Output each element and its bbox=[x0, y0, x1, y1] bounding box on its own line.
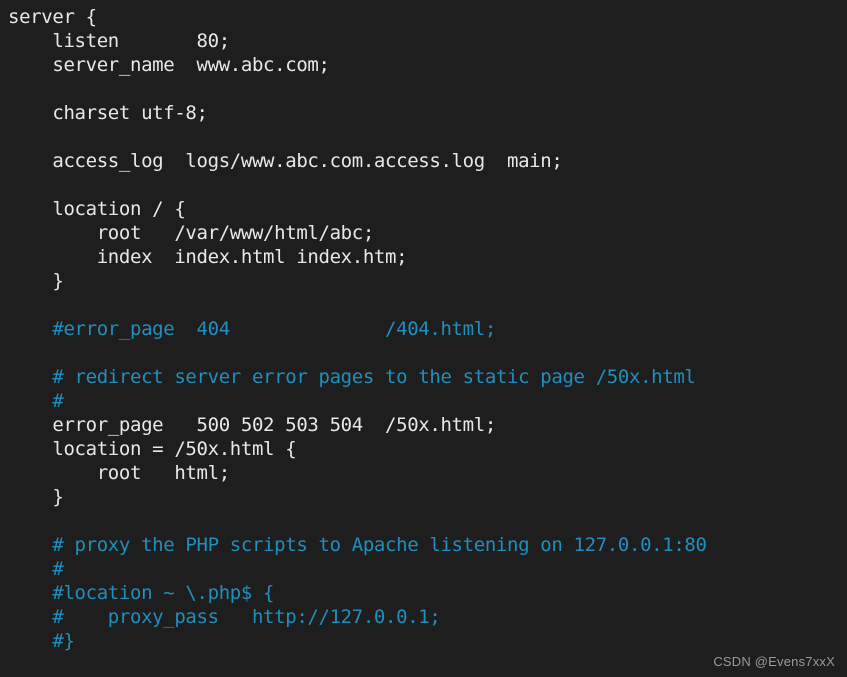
code-line: # bbox=[8, 390, 64, 412]
code-line: server_name www.abc.com; bbox=[8, 54, 330, 76]
code-line: # redirect server error pages to the sta… bbox=[8, 366, 696, 388]
code-line: root html; bbox=[8, 462, 230, 484]
code-line: listen 80; bbox=[8, 30, 230, 52]
code-line: #} bbox=[8, 630, 75, 652]
code-block[interactable]: server { listen 80; server_name www.abc.… bbox=[8, 5, 847, 653]
code-line: index index.html index.htm; bbox=[8, 246, 408, 268]
code-editor[interactable]: server { listen 80; server_name www.abc.… bbox=[0, 0, 847, 677]
code-line: # bbox=[8, 558, 64, 580]
code-line: location = /50x.html { bbox=[8, 438, 297, 460]
code-line: } bbox=[8, 486, 64, 508]
code-line: #error_page 404 /404.html; bbox=[8, 318, 496, 340]
code-line: server { bbox=[8, 6, 97, 28]
code-line: charset utf-8; bbox=[8, 102, 208, 124]
watermark-label: CSDN @Evens7xxX bbox=[713, 654, 835, 669]
code-line: #location ~ \.php$ { bbox=[8, 582, 275, 604]
code-line: error_page 500 502 503 504 /50x.html; bbox=[8, 414, 496, 436]
code-line: # proxy the PHP scripts to Apache listen… bbox=[8, 534, 707, 556]
code-line: root /var/www/html/abc; bbox=[8, 222, 375, 244]
code-line: # proxy_pass http://127.0.0.1; bbox=[8, 606, 441, 628]
code-line: } bbox=[8, 270, 64, 292]
code-line: location / { bbox=[8, 198, 186, 220]
code-line: access_log logs/www.abc.com.access.log m… bbox=[8, 150, 563, 172]
